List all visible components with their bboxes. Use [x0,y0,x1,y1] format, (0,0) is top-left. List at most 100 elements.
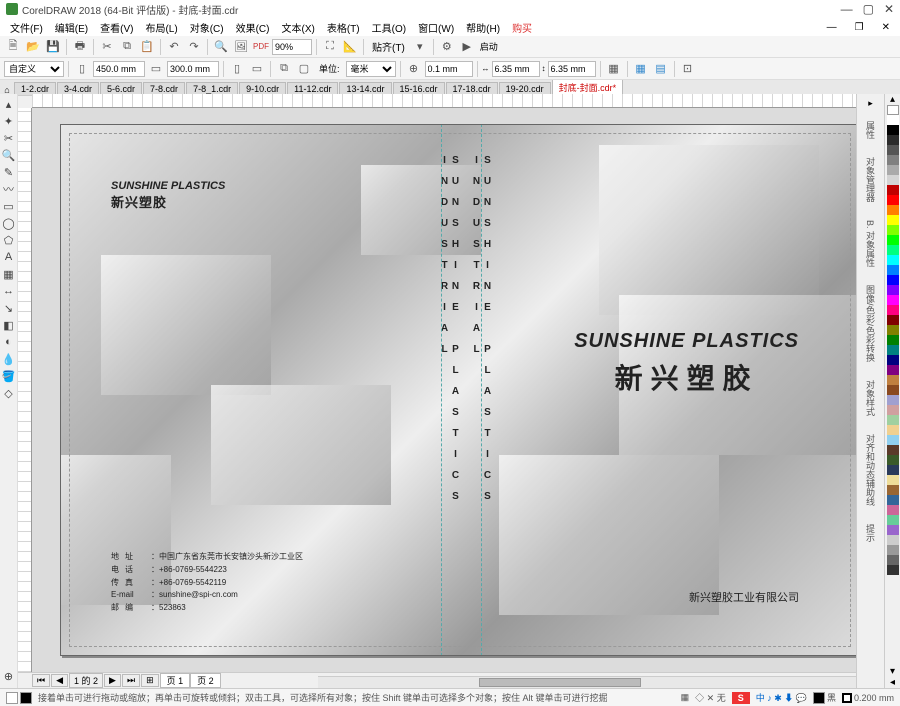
paste-button[interactable]: 📋 [138,38,156,56]
color-swatch[interactable] [887,435,899,445]
page-preset-select[interactable]: 自定义 [4,61,64,77]
color-swatch[interactable] [887,215,899,225]
fold-guideline-1[interactable] [441,124,442,656]
ellipse-tool-icon[interactable]: ◯ [1,215,17,231]
horizontal-scrollbar[interactable] [318,676,856,688]
color-swatch[interactable] [887,145,899,155]
color-swatch[interactable] [887,455,899,465]
quick-custom-icon[interactable]: ⊕ [1,668,17,684]
color-swatch[interactable] [887,395,899,405]
orientation-portrait-icon[interactable]: ▯ [73,60,91,78]
vertical-ruler[interactable] [18,108,32,672]
page-prev-icon[interactable]: ◀ [51,674,68,687]
color-swatch[interactable] [887,335,899,345]
color-swatch[interactable] [887,475,899,485]
new-doc-button[interactable]: 🗎 [4,38,22,56]
menu-help[interactable]: 帮助(H) [462,20,504,35]
color-swatch[interactable] [887,525,899,535]
page-tab-1[interactable]: 页 1 [160,673,191,688]
pick-tool-icon[interactable]: ▴ [1,96,17,112]
rectangle-tool-icon[interactable]: ▭ [1,198,17,214]
fold-guideline-2[interactable] [481,124,482,656]
current-page-icon[interactable]: ▢ [295,60,313,78]
shadow-tool-icon[interactable]: ◧ [1,317,17,333]
color-swatch[interactable] [887,315,899,325]
docker-tab[interactable]: 属性 [862,115,879,145]
color-swatch[interactable] [887,225,899,235]
menu-window[interactable]: 窗口(W) [414,20,458,35]
doc-restore-icon[interactable]: ❐ [851,22,868,33]
menu-edit[interactable]: 编辑(E) [51,20,92,35]
docker-tab[interactable]: 对象样式 [862,374,879,422]
shape-tool-icon[interactable]: ✦ [1,113,17,129]
align-button[interactable]: ▦ [632,60,650,78]
color-swatch[interactable] [887,275,899,285]
zoom-field[interactable] [272,39,312,55]
page-next-icon[interactable]: ▶ [104,674,121,687]
menu-text[interactable]: 文本(X) [277,20,318,35]
color-swatch[interactable] [887,535,899,545]
ime-icon[interactable]: S [732,692,750,704]
color-swatch[interactable] [887,415,899,425]
color-swatch[interactable] [887,365,899,375]
portrait-button[interactable]: ▯ [228,60,246,78]
eyedropper-tool-icon[interactable]: 💧 [1,351,17,367]
color-swatch[interactable] [887,175,899,185]
connector-tool-icon[interactable]: ↘ [1,300,17,316]
color-swatch[interactable] [887,265,899,275]
color-swatch[interactable] [887,325,899,335]
units-select[interactable]: 毫米 [346,61,396,77]
color-swatch[interactable] [887,155,899,165]
docker-collapse-icon[interactable]: ▸ [868,98,873,109]
snap-label[interactable]: 贴齐(T) [368,39,409,54]
launch-button[interactable]: ▶ [458,38,476,56]
color-swatch[interactable] [887,465,899,475]
rulers-button[interactable]: 📐 [341,38,359,56]
color-swatch[interactable] [887,255,899,265]
color-swatch[interactable] [887,515,899,525]
save-button[interactable]: 💾 [44,38,62,56]
options-button[interactable]: ⚙ [438,38,456,56]
menu-file[interactable]: 文件(F) [6,20,47,35]
status-outline-swatch[interactable] [20,692,32,704]
outline-tool-icon[interactable]: ◇ [1,385,17,401]
color-swatch[interactable] [887,285,899,295]
status-outline-indicator[interactable]: 0.200 mm [842,693,894,703]
no-fill-swatch[interactable] [887,105,899,115]
page-width-field[interactable] [93,61,145,77]
landscape-button[interactable]: ▭ [248,60,266,78]
maximize-icon[interactable]: ▢ [863,2,874,16]
status-fill-indicator[interactable]: 黑 [813,691,836,704]
export-pdf-button[interactable]: PDF [252,38,270,56]
open-button[interactable]: 📂 [24,38,42,56]
doc-close-icon[interactable]: ✕ [878,22,894,33]
fullscreen-button[interactable]: ⛶ [321,38,339,56]
cut-button[interactable]: ✂ [98,38,116,56]
color-swatch[interactable] [887,545,899,555]
freehand-tool-icon[interactable]: ✎ [1,164,17,180]
palette-down-icon[interactable]: ▾ [885,666,900,677]
copy-button[interactable]: ⧉ [118,38,136,56]
color-swatch[interactable] [887,115,899,125]
docker-tab[interactable]: 图像/色彩/色彩转换 [862,279,879,368]
page-tab-2[interactable]: 页 2 [190,673,221,688]
treat-as-filled-icon[interactable]: ▦ [605,60,623,78]
color-swatch[interactable] [887,245,899,255]
orientation-landscape-icon[interactable]: ▭ [147,60,165,78]
all-pages-icon[interactable]: ⧉ [275,60,293,78]
color-swatch[interactable] [887,385,899,395]
color-swatch[interactable] [887,135,899,145]
palette-up-icon[interactable]: ▴ [885,94,900,105]
crop-tool-icon[interactable]: ✂ [1,130,17,146]
docker-tab[interactable]: 对齐和动态辅助线 [862,428,879,512]
color-swatch[interactable] [887,185,899,195]
palette-expand-icon[interactable]: ◂ [885,677,900,688]
color-swatch[interactable] [887,125,899,135]
docker-tab[interactable]: 对象管理器 [862,151,879,208]
color-swatch[interactable] [887,495,899,505]
color-swatch[interactable] [887,375,899,385]
redo-button[interactable]: ↷ [185,38,203,56]
color-swatch[interactable] [887,305,899,315]
artistic-tool-icon[interactable]: 〰 [1,181,17,197]
text-tool-icon[interactable]: A [1,249,17,265]
